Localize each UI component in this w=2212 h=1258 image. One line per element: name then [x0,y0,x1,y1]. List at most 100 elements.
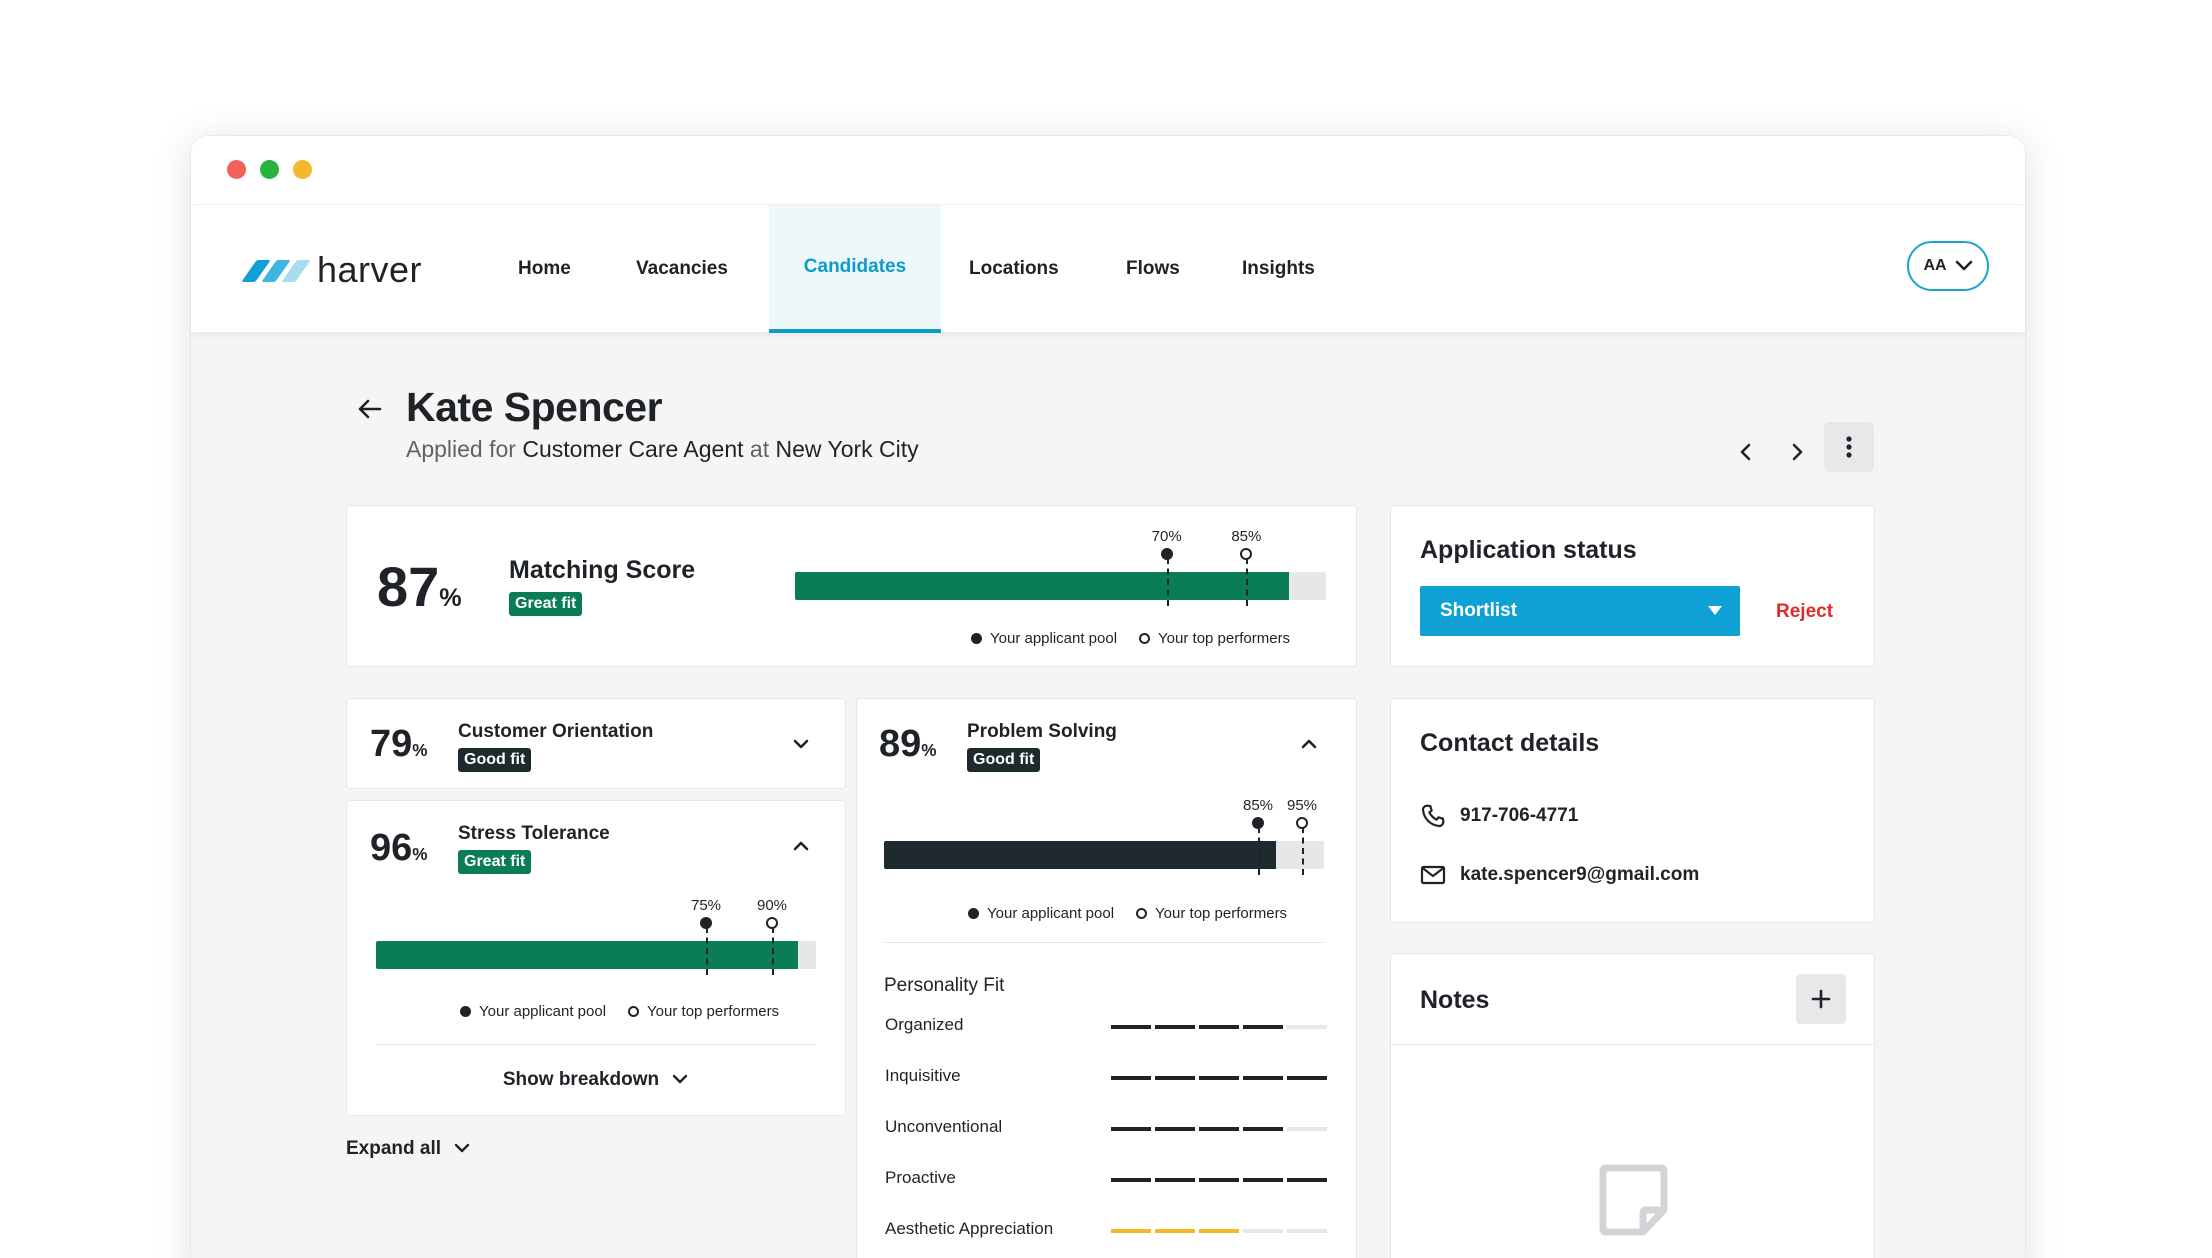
problem-solving-bar-fill [884,841,1276,869]
personality-meter-segment [1287,1229,1327,1233]
expand-all-button[interactable]: Expand all [346,1138,471,1160]
chevron-down-icon [672,1074,688,1084]
contact-email: kate.spencer9@gmail.com [1460,864,1700,885]
app-window: harver Home Vacancies Candidates Locatio… [191,136,2025,1258]
status-select[interactable]: Shortlist [1420,586,1740,636]
matching-score-value: 87% [377,555,462,618]
more-options-button[interactable] [1824,422,1874,472]
personality-meter-segment [1199,1178,1239,1182]
personality-trait-label: Organized [885,1015,964,1034]
show-breakdown-button[interactable]: Show breakdown [347,1069,845,1091]
applied-location: New York City [775,436,919,462]
personality-trait-meter [1111,1178,1327,1182]
personality-meter-segment [1155,1178,1195,1182]
problem-solving-badge: Good fit [967,748,1041,772]
chevron-left-icon [1740,443,1751,461]
reject-button[interactable]: Reject [1776,601,1833,623]
customer-orientation-title: Customer Orientation [458,721,654,742]
problem-solving-title: Problem Solving [967,721,1117,742]
personality-trait-row: Aesthetic Appreciation [885,1219,1327,1243]
personality-meter-segment [1111,1076,1151,1080]
personality-trait-label: Aesthetic Appreciation [885,1219,1054,1238]
application-status-title: Application status [1420,536,1637,564]
personality-trait-label: Inquisitive [885,1066,961,1085]
personality-meter-segment [1199,1076,1239,1080]
user-menu-button[interactable]: AA [1907,241,1989,291]
window-maximize-button[interactable] [293,160,312,179]
stress-tolerance-badge: Great fit [458,850,532,874]
add-note-button[interactable] [1796,974,1846,1024]
personality-meter-segment [1111,1025,1151,1029]
contact-phone-row[interactable]: 917-706-4771 [1420,803,1578,829]
nav-flows[interactable]: Flows [1126,205,1180,333]
nav-insights[interactable]: Insights [1242,205,1315,333]
contact-details-title: Contact details [1420,729,1600,757]
back-arrow-icon[interactable] [354,394,384,424]
window-titlebar [191,136,2025,204]
window-close-button[interactable] [227,160,246,179]
window-minimize-button[interactable] [260,160,279,179]
personality-meter-segment [1243,1178,1283,1182]
next-candidate-button[interactable] [1777,432,1817,472]
personality-meter-segment [1155,1127,1195,1131]
matching-score-title: Matching Score [509,556,696,584]
personality-trait-row: Unconventional [885,1117,1327,1141]
application-status-card: Application status Shortlist Reject [1390,505,1875,667]
personality-meter-segment [1155,1076,1195,1080]
personality-meter-segment [1199,1229,1239,1233]
nav-candidates[interactable]: Candidates [769,205,941,333]
personality-meter-segment [1155,1025,1195,1029]
notes-card: Notes [1390,953,1875,1258]
status-selected-value: Shortlist [1440,600,1518,621]
matching-legend: Your applicant pool Your top performers [971,630,1290,647]
applied-for-line: Applied for Customer Care Agent at New Y… [406,436,919,463]
personality-meter-segment [1243,1127,1283,1131]
nav-vacancies[interactable]: Vacancies [636,205,728,333]
phone-icon [1421,804,1445,828]
personality-trait-meter [1111,1076,1327,1080]
personality-trait-meter [1111,1025,1327,1029]
show-breakdown-label: Show breakdown [502,1069,660,1090]
contact-email-row[interactable]: kate.spencer9@gmail.com [1420,864,1699,886]
previous-candidate-button[interactable] [1726,432,1766,472]
personality-meter-segment [1287,1076,1327,1080]
candidate-name: Kate Spencer [406,384,663,430]
matching-score-bar: 70% 85% [795,528,1326,606]
contact-details-card: Contact details 917-706-4771 kate.spence… [1390,698,1875,923]
personality-meter-segment [1199,1025,1239,1029]
top-performers-label: 85% [1231,528,1262,545]
personality-meter-segment [1199,1127,1239,1131]
top-performers-label: 90% [756,897,788,914]
personality-meter-segment [1243,1076,1283,1080]
applied-role: Customer Care Agent [522,436,744,462]
chevron-down-icon[interactable] [790,733,812,755]
chevron-down-icon [454,1143,470,1153]
chevron-up-icon[interactable] [790,835,812,857]
problem-solving-score: 89% [879,723,937,765]
personality-meter-segment [1287,1025,1327,1029]
notes-title: Notes [1420,986,1490,1014]
personality-meter-segment [1111,1127,1151,1131]
customer-orientation-card[interactable]: 79% Customer Orientation Good fit [346,698,846,789]
nav-home[interactable]: Home [518,205,571,333]
nav-locations[interactable]: Locations [969,205,1059,333]
chevron-up-icon[interactable] [1298,733,1320,755]
chevron-down-icon [1955,260,1972,271]
user-initials: AA [1923,257,1947,274]
personality-meter-segment [1243,1025,1283,1029]
matching-score-card: 87% Matching Score Great fit 70% 85% You… [346,505,1357,667]
customer-orientation-badge: Good fit [458,748,532,772]
chevron-right-icon [1792,443,1803,461]
personality-meter-segment [1111,1229,1151,1233]
harver-logo[interactable]: harver [241,245,423,295]
matching-score-bar-fill [795,572,1289,600]
caret-down-icon [1708,606,1722,615]
applicant-pool-label: 75% [690,897,722,914]
applicant-pool-label: 85% [1242,797,1274,814]
more-vertical-icon [1846,436,1852,458]
problem-solving-card: 89% Problem Solving Good fit 85% 95% You… [856,698,1357,1258]
brand-name: harver [317,249,423,290]
personality-meter-segment [1111,1178,1151,1182]
empty-note-icon [1599,1164,1668,1236]
personality-fit-title: Personality Fit [884,975,1005,996]
